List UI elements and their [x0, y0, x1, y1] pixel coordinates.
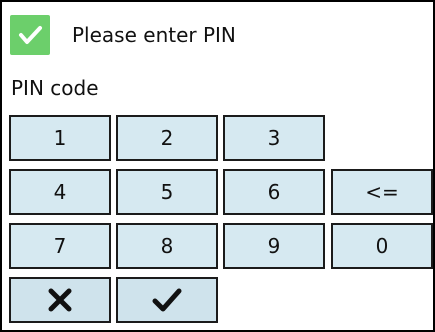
key-8[interactable]: 8	[116, 223, 218, 269]
pin-dialog: Please enter PIN PIN code 1 2 3 4 5 6 <=…	[0, 0, 435, 332]
key-5[interactable]: 5	[116, 169, 218, 215]
close-icon	[46, 286, 74, 314]
key-9[interactable]: 9	[223, 223, 325, 269]
key-0[interactable]: 0	[331, 223, 433, 269]
key-7[interactable]: 7	[9, 223, 111, 269]
confirm-button[interactable]	[116, 277, 218, 323]
key-6[interactable]: 6	[223, 169, 325, 215]
dialog-title: Please enter PIN	[72, 23, 236, 47]
check-icon	[151, 286, 183, 314]
check-icon	[10, 15, 50, 55]
cancel-button[interactable]	[9, 277, 111, 323]
pin-code-label: PIN code	[11, 76, 99, 100]
key-4[interactable]: 4	[9, 169, 111, 215]
key-1[interactable]: 1	[9, 115, 111, 161]
key-2[interactable]: 2	[116, 115, 218, 161]
dialog-header: Please enter PIN	[10, 15, 236, 55]
backspace-key[interactable]: <=	[331, 169, 433, 215]
key-3[interactable]: 3	[223, 115, 325, 161]
